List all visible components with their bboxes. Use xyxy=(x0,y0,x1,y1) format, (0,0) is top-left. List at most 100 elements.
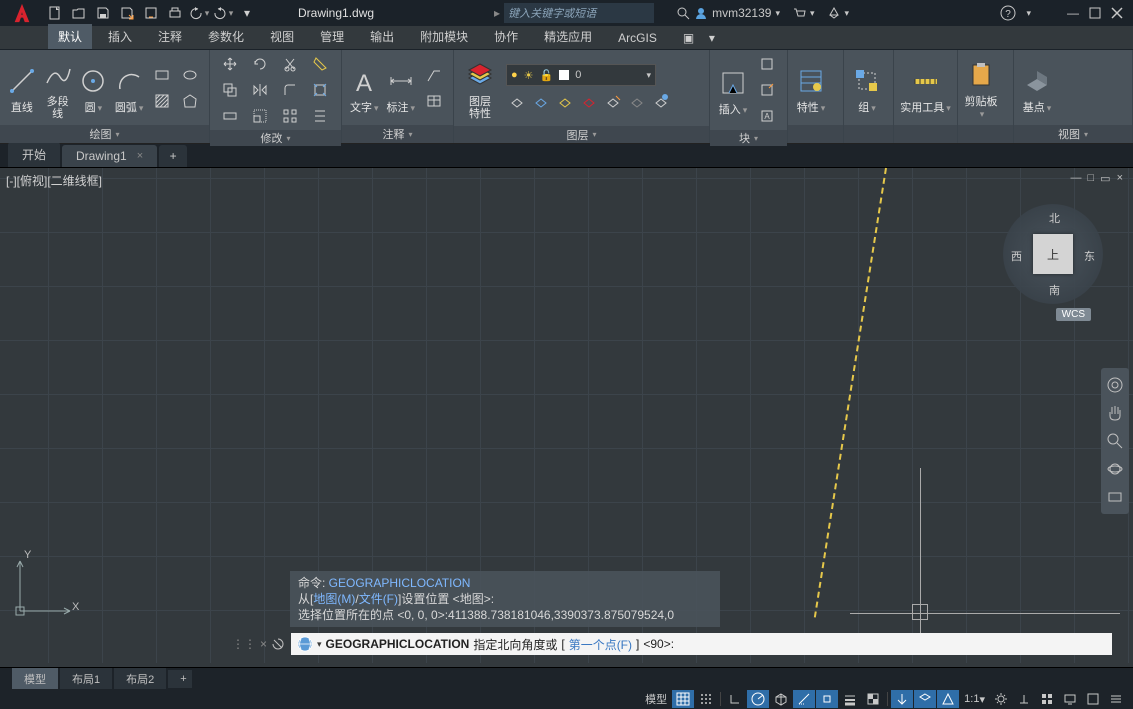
rotate-icon[interactable] xyxy=(246,52,274,76)
qat-undo-icon[interactable] xyxy=(188,2,210,24)
tab-close-icon[interactable]: × xyxy=(137,150,143,162)
arc-button[interactable]: 圆弧 xyxy=(113,60,145,116)
layer-tool7-icon[interactable] xyxy=(650,90,672,112)
vp-close-icon[interactable]: × xyxy=(1117,172,1123,185)
utilities-button[interactable]: 实用工具 xyxy=(900,60,951,116)
viewcube[interactable]: 上 北 南 东 西 xyxy=(1003,204,1103,304)
search-input[interactable]: 键入关键字或短语 xyxy=(504,3,654,23)
insert-block-button[interactable]: 插入 xyxy=(716,62,750,118)
erase-icon[interactable] xyxy=(306,52,334,76)
tab-new-button[interactable]: + xyxy=(159,145,187,167)
line-button[interactable]: 直线 xyxy=(6,60,38,116)
qat-save-icon[interactable] xyxy=(92,2,114,24)
ribbon-tab-4[interactable]: 视图 xyxy=(260,24,304,49)
help-icon[interactable]: ? xyxy=(1000,5,1016,21)
stretch-icon[interactable] xyxy=(216,104,244,128)
layout-tab-new[interactable]: + xyxy=(168,670,192,688)
viewcube-face[interactable]: 上 xyxy=(1033,234,1073,274)
cmdline-close-icon[interactable]: × xyxy=(260,637,267,651)
panel-title-layers[interactable]: 图层 xyxy=(454,126,709,143)
panel-title-annot[interactable]: 注释 xyxy=(342,125,453,143)
status-iso-icon[interactable] xyxy=(770,690,792,708)
status-annoscale-icon[interactable] xyxy=(1013,690,1035,708)
offset-icon[interactable] xyxy=(306,104,334,128)
tab-start[interactable]: 开始 xyxy=(8,142,60,167)
polygon-icon[interactable] xyxy=(177,89,203,113)
ribbon-tab-5[interactable]: 管理 xyxy=(310,24,354,49)
ellipse-icon[interactable] xyxy=(177,63,203,87)
base-view-button[interactable]: 基点 xyxy=(1020,60,1054,116)
leader-icon[interactable] xyxy=(421,63,447,87)
command-history[interactable]: 命令: GEOGRAPHICLOCATION 从[地图(M)/文件(F)]设置位… xyxy=(290,571,720,627)
app-switcher-icon[interactable] xyxy=(827,6,841,20)
nav-showmotion-icon[interactable] xyxy=(1101,484,1129,510)
clipboard-button[interactable]: 剪贴板 xyxy=(964,54,998,122)
layer-tool2-icon[interactable] xyxy=(530,90,552,112)
ribbon-tab-extra[interactable]: ▣ xyxy=(673,27,693,49)
command-line-input[interactable]: ▾ GEOGRAPHICLOCATION 指定北向角度或 [第一个点(F)] <… xyxy=(291,633,1112,655)
vp-max-icon[interactable]: ▭ xyxy=(1100,172,1110,185)
ribbon-tab-8[interactable]: 协作 xyxy=(484,24,528,49)
username-label[interactable]: mvm32139 xyxy=(712,6,771,20)
cart-icon[interactable] xyxy=(792,6,806,20)
layer-tool6-icon[interactable] xyxy=(626,90,648,112)
trim-icon[interactable] xyxy=(276,52,304,76)
status-lineweight-icon[interactable] xyxy=(839,690,861,708)
qat-plot-icon[interactable] xyxy=(164,2,186,24)
panel-title-modify[interactable]: 修改 xyxy=(210,130,341,146)
status-selcycle-icon[interactable] xyxy=(891,690,913,708)
status-otrack-icon[interactable] xyxy=(793,690,815,708)
status-dyninput-icon[interactable] xyxy=(937,690,959,708)
copy-icon[interactable] xyxy=(216,78,244,102)
ribbon-tab-0[interactable]: 默认 xyxy=(48,24,92,49)
status-polar-icon[interactable] xyxy=(747,690,769,708)
scale-icon[interactable] xyxy=(246,104,274,128)
status-ortho-icon[interactable] xyxy=(724,690,746,708)
tab-drawing1[interactable]: Drawing1× xyxy=(62,145,157,167)
wcs-badge[interactable]: WCS xyxy=(1056,308,1091,321)
qat-open-icon[interactable] xyxy=(68,2,90,24)
vp-min-icon[interactable]: — xyxy=(1071,172,1082,185)
mirror-icon[interactable] xyxy=(246,78,274,102)
qat-customize-icon[interactable]: ▾ xyxy=(236,2,258,24)
ribbon-tab-7[interactable]: 附加模块 xyxy=(410,24,478,49)
status-customize-icon[interactable] xyxy=(1105,690,1127,708)
explode-icon[interactable] xyxy=(306,78,334,102)
hatch-icon[interactable] xyxy=(149,89,175,113)
layer-tool1-icon[interactable] xyxy=(506,90,528,112)
maximize-icon[interactable] xyxy=(1089,7,1101,19)
user-icon[interactable] xyxy=(694,6,708,20)
panel-title-block[interactable]: 块 xyxy=(710,130,787,146)
layout-tab-model[interactable]: 模型 xyxy=(12,668,58,690)
status-gear-icon[interactable] xyxy=(990,690,1012,708)
layout-tab-2[interactable]: 布局2 xyxy=(114,668,166,690)
ribbon-tab-3[interactable]: 参数化 xyxy=(198,24,254,49)
cmdline-customize-icon[interactable] xyxy=(271,637,285,651)
nav-pan-icon[interactable] xyxy=(1101,400,1129,426)
dimension-button[interactable]: 标注 xyxy=(385,60,418,116)
drawing-canvas[interactable]: [-][俯视][二维线框] — □ ▭ × 上 北 南 东 西 WCS Y X xyxy=(0,168,1133,663)
status-monitor-icon[interactable] xyxy=(1059,690,1081,708)
layer-tool3-icon[interactable] xyxy=(554,90,576,112)
status-workspace-icon[interactable] xyxy=(1036,690,1058,708)
text-button[interactable]: A文字 xyxy=(348,60,381,116)
properties-button[interactable]: 特性 xyxy=(794,60,828,116)
circle-button[interactable]: 圆 xyxy=(78,60,110,116)
ribbon-tab-9[interactable]: 精选应用 xyxy=(534,24,602,49)
ribbon-tab-1[interactable]: 插入 xyxy=(98,24,142,49)
ribbon-minimize-icon[interactable]: ▾ xyxy=(699,27,719,49)
status-scale-button[interactable]: 1:1 ▾ xyxy=(960,690,989,708)
ribbon-tab-6[interactable]: 输出 xyxy=(360,24,404,49)
status-snap-icon[interactable] xyxy=(695,690,717,708)
qat-new-icon[interactable] xyxy=(44,2,66,24)
app-logo[interactable] xyxy=(6,0,38,26)
array-icon[interactable] xyxy=(276,104,304,128)
rect-icon[interactable] xyxy=(149,63,175,87)
qat-redo-icon[interactable] xyxy=(212,2,234,24)
nav-orbit-icon[interactable] xyxy=(1101,456,1129,482)
table-icon[interactable] xyxy=(421,89,447,113)
qat-saveas-icon[interactable] xyxy=(116,2,138,24)
block-create-icon[interactable] xyxy=(754,52,780,76)
ribbon-tab-10[interactable]: ArcGIS xyxy=(608,27,667,49)
nav-wheel-icon[interactable] xyxy=(1101,372,1129,398)
